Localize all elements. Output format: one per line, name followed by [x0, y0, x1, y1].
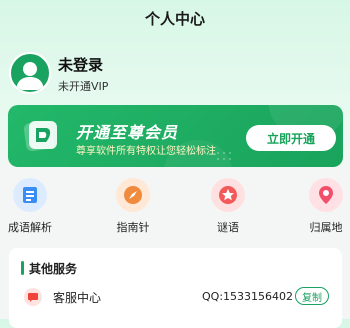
tool-riddle[interactable]: 谜语 [196, 178, 260, 235]
banner-subtitle: 尊享软件所有特权让您轻松标注 [76, 146, 216, 157]
open-vip-button[interactable]: 立即开通 [246, 125, 336, 151]
tool-compass[interactable]: 指南针 [101, 178, 165, 235]
location-pin-icon [309, 178, 343, 212]
vip-status: 未开通VIP [58, 80, 109, 93]
page-title: 个人中心 [144, 10, 205, 28]
qq-number: QQ:1533156402 [202, 290, 294, 303]
book-icon [13, 178, 47, 212]
chat-bubble-icon [24, 288, 42, 306]
compass-icon [116, 178, 150, 212]
tool-idiom[interactable]: 成语解析 [0, 178, 62, 235]
tool-label: 归属地 [309, 221, 343, 234]
copy-button[interactable]: 复制 [295, 287, 329, 305]
section-title: 其他服务 [29, 262, 78, 276]
star-icon [211, 178, 245, 212]
tool-label: 成语解析 [8, 221, 52, 234]
tool-location[interactable]: 归属地 [294, 178, 350, 235]
avatar[interactable] [9, 52, 51, 94]
section-accent-bar [21, 261, 24, 275]
banner-title: 开通至尊会员 [76, 123, 179, 142]
vip-logo-icon [23, 120, 57, 152]
login-status[interactable]: 未登录 [58, 54, 103, 75]
customer-service-label[interactable]: 客服中心 [53, 289, 101, 306]
tool-label: 指南针 [116, 221, 150, 234]
vip-banner[interactable]: 开通至尊会员 尊享软件所有特权让您轻松标注 立即开通 [8, 105, 343, 167]
user-avatar-icon [16, 62, 44, 90]
other-services-card: 其他服务 客服中心 QQ:1533156402 复制 [9, 248, 342, 328]
tool-label: 谜语 [217, 221, 239, 234]
